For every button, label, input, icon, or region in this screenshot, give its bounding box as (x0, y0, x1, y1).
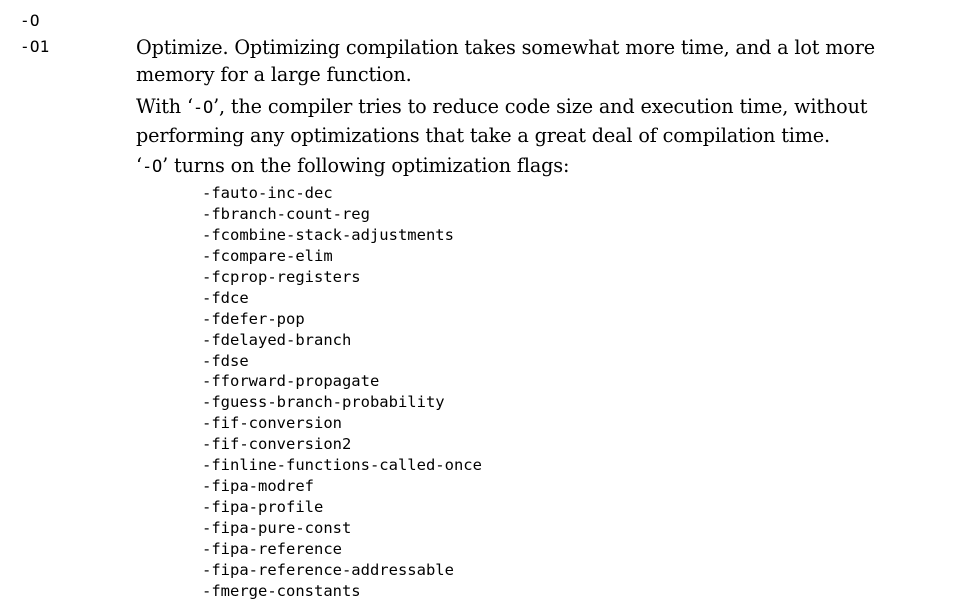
description-paragraph-2: With ‘-O’, the compiler tries to reduce … (136, 93, 896, 149)
option-term-O: -O (20, 11, 40, 30)
flag-item: -finline-functions-called-once (202, 456, 482, 475)
flag-item: -fmerge-constants (202, 581, 361, 600)
flag-item: -fif-conversion (202, 414, 342, 433)
para3-flag: -O (141, 157, 163, 177)
flag-item: -fipa-profile (202, 498, 324, 517)
flag-item: -fforward-propagate (202, 372, 380, 391)
flag-item: -fcprop-registers (202, 267, 361, 286)
para2-prefix: With ‘ (136, 95, 193, 118)
description-paragraph-1: Optimize. Optimizing compilation takes s… (136, 36, 875, 86)
flag-item: -fdse (202, 351, 249, 370)
flag-item: -fcombine-stack-adjustments (202, 225, 454, 244)
flag-item: -fipa-reference-addressable (202, 560, 454, 579)
flag-item: -fif-conversion2 (202, 435, 352, 454)
flag-item: -fipa-reference (202, 539, 342, 558)
optimization-flag-list: -fauto-inc-dec -fbranch-count-reg -fcomb… (202, 183, 482, 602)
description-paragraph-3: ‘-O’ turns on the following optimization… (136, 152, 896, 181)
flag-item: -fguess-branch-probability (202, 393, 445, 412)
flag-item: -fdelayed-branch (202, 330, 352, 349)
flag-item: -fipa-pure-const (202, 519, 352, 537)
para3-suffix: ’ turns on the following optimization fl… (162, 154, 570, 177)
flag-item: -fdce (202, 288, 249, 307)
para2-flag: -O (192, 98, 214, 118)
flag-item: -fipa-modref (202, 477, 314, 496)
para2-suffix: ’, the compiler tries to reduce code siz… (136, 95, 868, 147)
flag-item: -fbranch-count-reg (202, 204, 370, 223)
flag-item: -fcompare-elim (202, 246, 333, 265)
flag-item: -fdefer-pop (202, 309, 305, 328)
option-term-O1: -O1 (20, 37, 50, 56)
flag-item: -fauto-inc-dec (202, 184, 333, 202)
